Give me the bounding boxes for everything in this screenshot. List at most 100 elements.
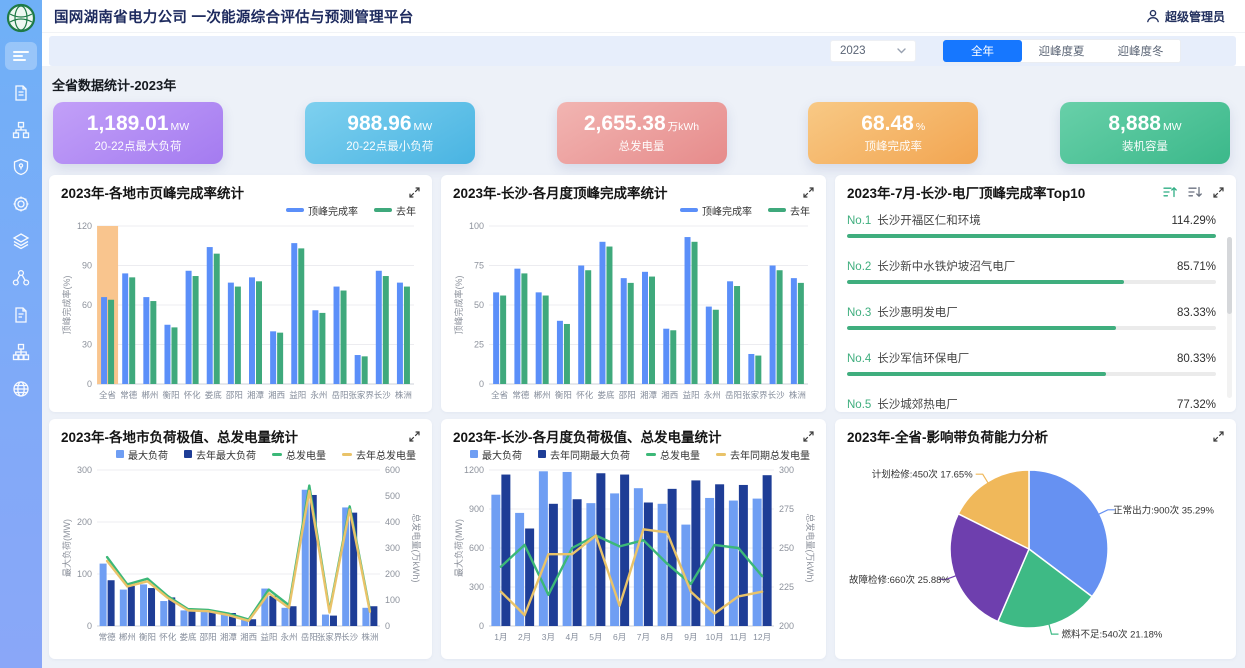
- stat-label: 顶峰完成率: [865, 138, 923, 154]
- sidebar-item-global[interactable]: [5, 375, 37, 403]
- panel-title: 2023年-长沙-各月度顶峰完成率统计: [453, 182, 668, 202]
- svg-text:10月: 10月: [706, 632, 724, 642]
- rank-number: No.3: [847, 307, 871, 319]
- svg-text:娄底: 娄底: [179, 632, 197, 642]
- user-menu[interactable]: 超级管理员: [1146, 8, 1225, 25]
- panel-month-load-energy: 2023年-长沙-各月度负荷极值、总发电量统计 最大负荷 去年同期最大负荷 总发电量…: [441, 419, 826, 659]
- panel-title: 2023年-全省-影响带负荷能力分析: [847, 426, 1048, 446]
- month-peak-rate-chart[interactable]: 0255075100顶峰完成率(%)全省常德郴州衡阳怀化娄底邵阳湘潭湘西益阳永州…: [453, 218, 814, 404]
- period-tab[interactable]: 迎峰度夏: [1022, 40, 1101, 62]
- sidebar-item-records[interactable]: [5, 301, 37, 329]
- scrollbar-thumb[interactable]: [1227, 237, 1232, 314]
- svg-text:益阳: 益阳: [260, 632, 277, 642]
- progress-track: [847, 280, 1216, 284]
- legend-item[interactable]: 去年同期最大负荷: [538, 447, 630, 462]
- legend-item[interactable]: 总发电量: [646, 447, 700, 462]
- sidebar-item-structure[interactable]: [5, 116, 37, 144]
- svg-text:最大负荷(MW): 最大负荷(MW): [61, 519, 72, 577]
- stat-label: 装机容量: [1122, 138, 1168, 154]
- legend-item[interactable]: 顶峰完成率: [286, 203, 358, 218]
- plant-name: 长沙开福区仁和环境: [877, 212, 1171, 228]
- app-logo-icon: [6, 3, 36, 33]
- expand-icon[interactable]: [803, 431, 814, 442]
- svg-text:益阳: 益阳: [683, 390, 700, 400]
- ranking-item: No.2长沙新中水铁炉坡沼气电厂85.71%: [847, 258, 1216, 284]
- sidebar-item-overview[interactable]: [5, 42, 37, 70]
- legend-item[interactable]: 最大负荷: [116, 447, 168, 462]
- progress-fill: [847, 234, 1216, 238]
- svg-text:最大负荷(MW): 最大负荷(MW): [453, 519, 464, 577]
- svg-text:郴州: 郴州: [119, 632, 136, 642]
- svg-text:11月: 11月: [730, 632, 747, 642]
- sidebar-item-topology[interactable]: [5, 264, 37, 292]
- year-select[interactable]: 2023: [830, 40, 916, 62]
- legend-item[interactable]: 去年最大负荷: [184, 447, 256, 462]
- svg-text:顶峰完成率(%): 顶峰完成率(%): [61, 276, 72, 335]
- city-peak-rate-chart[interactable]: 0306090120顶峰完成率(%)全省常德郴州衡阳怀化娄底邵阳湘潭湘西益阳永州…: [61, 218, 420, 404]
- layers-icon: [12, 232, 30, 250]
- sort-descending-icon[interactable]: [1188, 186, 1202, 198]
- svg-text:250: 250: [779, 543, 794, 553]
- period-tab[interactable]: 迎峰度冬: [1101, 40, 1180, 62]
- svg-text:岳阳: 岳阳: [301, 632, 318, 642]
- chart-legend: 顶峰完成率 去年: [61, 202, 416, 218]
- expand-icon[interactable]: [803, 187, 814, 198]
- period-tab[interactable]: 全年: [943, 40, 1022, 62]
- capacity-impact-pie-chart[interactable]: 正常出力:900次 35.29%燃料不足:540次 21.18%故障检修:660…: [847, 445, 1216, 645]
- month-load-energy-chart[interactable]: 03006009001200200225250275300最大负荷(MW)总发电…: [453, 462, 814, 646]
- svg-text:邵阳: 邵阳: [200, 632, 217, 642]
- top10-ranking-list: No.1长沙开福区仁和环境114.29%No.2长沙新中水铁炉坡沼气电厂85.7…: [847, 212, 1224, 412]
- legend-item[interactable]: 总发电量: [272, 447, 326, 462]
- legend-marker: [768, 208, 786, 212]
- svg-text:张家界: 张家界: [348, 390, 374, 400]
- svg-text:张家界: 张家界: [317, 632, 343, 642]
- legend-label: 去年最大负荷: [196, 447, 256, 462]
- svg-text:湘西: 湘西: [268, 390, 285, 400]
- legend-item[interactable]: 顶峰完成率: [680, 203, 752, 218]
- svg-text:1200: 1200: [464, 465, 484, 475]
- city-load-energy-chart[interactable]: 01002003000100200300400500600最大负荷(MW)总发电…: [61, 462, 420, 646]
- top-header: 国网湖南省电力公司 一次能源综合评估与预测管理平台 超级管理员: [42, 0, 1245, 33]
- svg-text:总发电量(万kWh): 总发电量(万kWh): [411, 514, 422, 583]
- svg-text:益阳: 益阳: [289, 390, 306, 400]
- expand-icon[interactable]: [1213, 431, 1224, 442]
- period-tabs: 全年迎峰度夏迎峰度冬: [942, 39, 1181, 63]
- panel-month-peak-rate: 2023年-长沙-各月度顶峰完成率统计 顶峰完成率 去年 0255075100顶峰…: [441, 175, 826, 412]
- svg-text:衡阳: 衡阳: [139, 632, 156, 642]
- stat-card: 988.96MW20-22点最小负荷: [305, 102, 475, 164]
- stat-unit: %: [916, 121, 925, 133]
- progress-track: [847, 234, 1216, 238]
- legend-item[interactable]: 去年同期总发电量: [716, 447, 810, 462]
- svg-text:正常出力:900次 35.29%: 正常出力:900次 35.29%: [1113, 504, 1214, 516]
- filter-toolbar: 2023 全年迎峰度夏迎峰度冬: [49, 36, 1236, 66]
- svg-text:0: 0: [87, 379, 92, 389]
- sort-ascending-icon[interactable]: [1163, 186, 1177, 198]
- sidebar-item-security[interactable]: [5, 153, 37, 181]
- expand-icon[interactable]: [409, 187, 420, 198]
- legend-item[interactable]: 去年: [374, 203, 416, 218]
- legend-item[interactable]: 最大负荷: [470, 447, 522, 462]
- sidebar-item-settings[interactable]: [5, 190, 37, 218]
- sidebar-item-layers[interactable]: [5, 227, 37, 255]
- user-name: 超级管理员: [1165, 8, 1225, 25]
- svg-text:200: 200: [77, 517, 92, 527]
- svg-text:娄底: 娄底: [597, 390, 615, 400]
- legend-item[interactable]: 去年总发电量: [342, 447, 416, 462]
- stat-card: 68.48%顶峰完成率: [808, 102, 978, 164]
- expand-icon[interactable]: [1213, 187, 1224, 198]
- svg-text:株洲: 株洲: [395, 390, 412, 400]
- svg-text:275: 275: [779, 504, 794, 514]
- stat-unit: 万kWh: [668, 121, 700, 133]
- svg-text:岳阳: 岳阳: [725, 390, 742, 400]
- svg-text:500: 500: [385, 491, 400, 501]
- sidebar-item-report[interactable]: [5, 79, 37, 107]
- legend-item[interactable]: 去年: [768, 203, 810, 218]
- panel-title: 2023年-长沙-各月度负荷极值、总发电量统计: [453, 426, 722, 446]
- ranking-scrollbar[interactable]: [1227, 237, 1232, 398]
- expand-icon[interactable]: [409, 431, 420, 442]
- plant-name: 长沙新中水铁炉坡沼气电厂: [877, 258, 1177, 274]
- legend-marker: [374, 208, 392, 212]
- sidebar-item-network[interactable]: [5, 338, 37, 366]
- legend-marker: [538, 450, 546, 458]
- progress-fill: [847, 280, 1124, 284]
